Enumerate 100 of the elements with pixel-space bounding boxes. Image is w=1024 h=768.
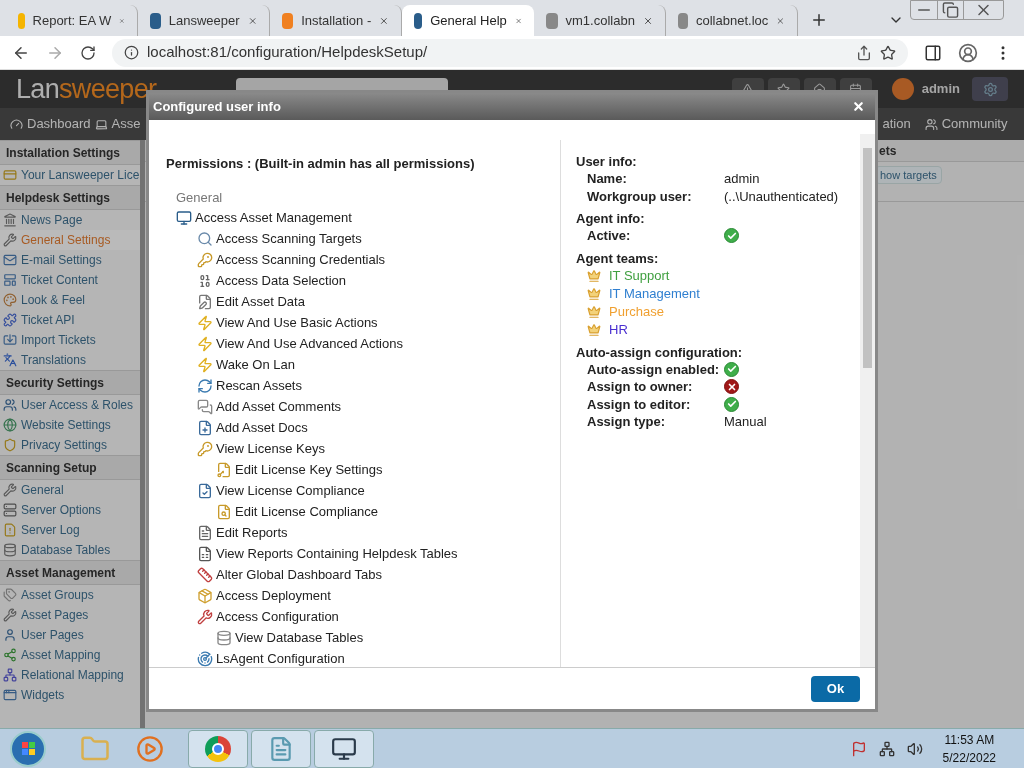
permission-label: Alter Global Dashboard Tabs xyxy=(216,566,382,585)
sidebar-item[interactable]: Your Lansweeper Lice xyxy=(0,165,140,185)
browser-taskbar-button[interactable] xyxy=(188,729,248,768)
nav-item[interactable]: ation xyxy=(882,114,911,134)
refresh-icon xyxy=(197,378,213,394)
field-label: Auto-assign enabled: xyxy=(587,360,721,379)
team-link[interactable]: HR xyxy=(609,319,628,340)
nav-item[interactable]: Community xyxy=(941,114,1008,134)
sidebar-item[interactable]: Website Settings xyxy=(0,415,140,435)
group-label: General xyxy=(175,188,224,207)
card-icon xyxy=(3,168,17,182)
sidebar-item[interactable]: User Pages xyxy=(0,625,140,645)
scrollbar[interactable] xyxy=(860,134,875,667)
monitor-icon xyxy=(331,735,357,762)
crown-icon xyxy=(587,304,601,319)
package-icon xyxy=(197,588,213,604)
tab-title: General Help xyxy=(430,11,507,30)
panel-title: ets xyxy=(879,142,897,160)
user-name[interactable]: admin xyxy=(921,79,960,99)
new-tab-icon[interactable] xyxy=(810,11,828,29)
nav-item[interactable]: Dashboard xyxy=(27,114,91,134)
crown-icon xyxy=(587,322,601,337)
address-bar[interactable]: localhost:81/configuration/HelpdeskSetup/ xyxy=(112,38,908,67)
logo-text: Lan xyxy=(16,72,60,106)
tab-title: Installation - xyxy=(301,11,372,30)
sidebar-item[interactable]: Database Tables xyxy=(0,540,140,560)
team-link[interactable]: IT Management xyxy=(609,283,700,304)
sidebar-item[interactable]: Ticket Content xyxy=(0,270,140,290)
close-icon[interactable] xyxy=(852,100,865,113)
permission-label: Access Deployment xyxy=(216,587,331,606)
window-icon xyxy=(3,688,17,702)
profile-icon[interactable] xyxy=(958,42,978,63)
sidebar-heading: Scanning Setup xyxy=(0,455,140,480)
database-icon xyxy=(3,543,17,557)
server-icon xyxy=(3,503,17,517)
permission-label: Access Scanning Targets xyxy=(216,230,362,249)
side-panel-icon[interactable] xyxy=(924,43,942,62)
field-value: admin xyxy=(724,170,760,188)
file-key-icon xyxy=(216,462,232,478)
sidebar-item[interactable]: Relational Mapping xyxy=(0,665,140,685)
sidebar-item[interactable]: News Page xyxy=(0,210,140,230)
permission-label: View Reports Containing Helpdesk Tables xyxy=(216,545,458,564)
sidebar-item[interactable]: Asset Pages xyxy=(0,605,140,625)
permission-label: View And Use Basic Actions xyxy=(216,314,378,333)
team-link[interactable]: IT Support xyxy=(609,265,670,286)
speech-bubbles-icon xyxy=(197,399,213,415)
nodes-icon xyxy=(3,648,17,662)
document-icon xyxy=(197,525,213,541)
network-icon[interactable] xyxy=(878,740,895,757)
permission-label: Wake On Lan xyxy=(216,356,295,375)
permission-label: Edit Reports xyxy=(216,524,288,543)
sidebar-item[interactable]: E-mail Settings xyxy=(0,250,140,270)
settings-button[interactable] xyxy=(972,77,1008,101)
sidebar-item[interactable]: Import Tickets xyxy=(0,330,140,350)
sidebar-item[interactable]: Look & Feel xyxy=(0,290,140,310)
show-targets-button[interactable]: how targets xyxy=(875,166,942,184)
field-value: Manual xyxy=(724,413,767,431)
nav-item[interactable]: Asse xyxy=(111,114,141,134)
people-icon xyxy=(924,117,938,131)
permission-label: View And Use Advanced Actions xyxy=(216,335,403,354)
envelope-icon xyxy=(3,253,17,267)
site-icon xyxy=(150,12,161,29)
sidebar-item[interactable]: Translations xyxy=(0,350,140,370)
sidebar-item[interactable]: Server Log xyxy=(0,520,140,540)
permission-label: LsAgent Configuration xyxy=(216,650,345,667)
wrench-icon xyxy=(3,483,17,497)
sidebar-item[interactable]: Asset Mapping xyxy=(0,645,140,665)
sidebar-item[interactable]: Privacy Settings xyxy=(0,435,140,455)
section-heading: Agent info: xyxy=(576,210,646,227)
permission-label: Access Configuration xyxy=(216,608,339,627)
start-button[interactable] xyxy=(10,730,46,767)
sidebar-item[interactable]: General xyxy=(0,480,140,500)
database-icon xyxy=(216,630,232,646)
key-icon xyxy=(197,441,213,457)
sidebar-item[interactable]: User Access & Roles xyxy=(0,395,140,415)
user-icon xyxy=(3,628,17,642)
flag-icon[interactable] xyxy=(850,740,867,757)
permission-label: View Database Tables xyxy=(235,629,364,648)
browser-tab[interactable]: General Help xyxy=(402,5,534,36)
site-icon xyxy=(546,12,558,29)
sidebar-item[interactable]: General Settings xyxy=(0,230,140,250)
sidebar-item[interactable]: Widgets xyxy=(0,685,140,705)
permission-label: Access Asset Management xyxy=(195,209,352,228)
monitors-taskbar-button[interactable] xyxy=(314,729,374,768)
sidebar-item[interactable]: Server Options xyxy=(0,500,140,520)
sidebar-item[interactable]: Ticket API xyxy=(0,310,140,330)
permission-label: Access Data Selection xyxy=(216,272,347,291)
permission-label: Rescan Assets xyxy=(216,377,302,396)
volume-icon[interactable] xyxy=(906,740,923,757)
permission-label: View License Compliance xyxy=(216,482,365,501)
ok-button[interactable]: Ok xyxy=(811,675,860,702)
info-icon[interactable] xyxy=(124,45,139,60)
bookmark-icon[interactable] xyxy=(880,44,896,61)
team-link[interactable]: Purchase xyxy=(609,301,664,322)
section-heading: Auto-assign configuration: xyxy=(576,343,744,361)
reload-icon[interactable] xyxy=(80,44,96,61)
sidebar-item[interactable]: Asset Groups xyxy=(0,585,140,605)
avatar-icon[interactable] xyxy=(891,78,914,100)
share-icon[interactable] xyxy=(856,44,872,61)
clock-date: 5/22/2022 xyxy=(942,749,996,767)
